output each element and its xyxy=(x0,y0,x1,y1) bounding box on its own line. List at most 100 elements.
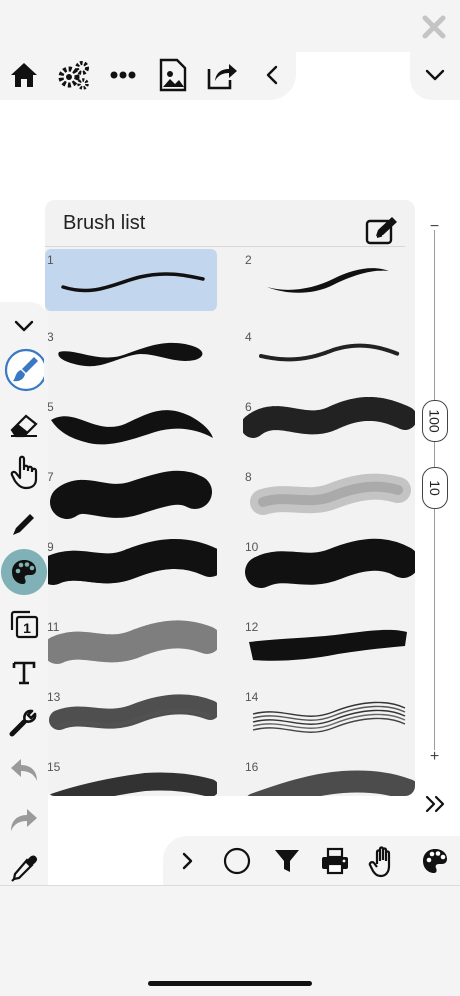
bottom-expand-button[interactable] xyxy=(170,844,204,878)
brush-item[interactable]: 13 xyxy=(45,686,217,748)
edit-icon xyxy=(365,217,397,245)
brush-item[interactable]: 14 xyxy=(243,686,415,748)
brush-item[interactable]: 2 xyxy=(243,249,415,311)
brush-item[interactable]: 9 xyxy=(45,536,217,598)
redo-icon xyxy=(11,809,37,831)
shape-tool-button[interactable] xyxy=(220,844,254,878)
brush-stroke-preview xyxy=(247,770,415,796)
brush-item[interactable]: 6 xyxy=(243,396,415,458)
layer-number: 1 xyxy=(23,620,31,636)
tools-button[interactable] xyxy=(4,702,44,742)
brush-item[interactable]: 1 xyxy=(45,249,217,311)
print-button[interactable] xyxy=(318,844,352,878)
wrench-icon xyxy=(9,709,37,737)
opacity-slider-handle[interactable]: 10 xyxy=(422,467,448,509)
size-value: 100 xyxy=(426,409,443,433)
text-icon xyxy=(12,661,36,685)
redo-button[interactable] xyxy=(4,800,44,840)
chevron-down-icon xyxy=(425,69,445,81)
more-icon xyxy=(110,71,136,79)
image-icon xyxy=(159,58,187,92)
more-button[interactable] xyxy=(106,58,140,92)
brush-stroke-preview xyxy=(259,343,400,362)
brush-list-panel: Brush list 1 2 3 4 5 6 7 8 9 10 11 12 13… xyxy=(45,200,415,796)
undo-button[interactable] xyxy=(4,750,44,790)
brush-stroke-preview xyxy=(252,701,406,733)
brush-stroke-preview xyxy=(267,268,389,293)
brush-tool-button[interactable] xyxy=(4,348,44,392)
palette-icon xyxy=(423,849,447,873)
brush-stroke-preview xyxy=(48,772,217,796)
brush-item[interactable]: 8 xyxy=(243,466,415,528)
home-icon xyxy=(11,63,37,87)
palette-icon xyxy=(12,560,36,584)
eyedropper-button[interactable] xyxy=(4,848,44,888)
opacity-value: 10 xyxy=(426,480,443,496)
undo-icon xyxy=(11,759,37,781)
bottom-toolbar xyxy=(163,836,460,886)
brush-stroke-preview xyxy=(249,629,407,661)
layer-icon: 1 xyxy=(10,610,39,639)
top-toolbar xyxy=(0,52,296,100)
chevron-left-icon xyxy=(266,65,278,85)
panel-divider xyxy=(45,246,405,247)
pencil-icon xyxy=(13,514,34,535)
brush-stroke-preview xyxy=(45,620,217,664)
brush-stroke-preview xyxy=(58,342,203,367)
brush-stroke-preview xyxy=(61,272,205,293)
circle-icon xyxy=(223,847,251,875)
brush-stroke-preview xyxy=(45,539,217,585)
home-button[interactable] xyxy=(7,58,41,92)
chevron-right-icon xyxy=(182,852,193,870)
settings-icon xyxy=(58,61,89,90)
brush-stroke-preview xyxy=(243,396,415,438)
panel-title: Brush list xyxy=(63,212,146,234)
brush-stroke-preview xyxy=(50,470,212,519)
color-palette-button[interactable] xyxy=(1,549,47,595)
brush-item[interactable]: 12 xyxy=(243,616,415,678)
expand-panel-button[interactable] xyxy=(424,794,448,819)
edit-brush-button[interactable] xyxy=(365,216,399,246)
text-tool-button[interactable] xyxy=(4,652,44,692)
top-strip xyxy=(0,0,460,52)
collapse-side-button[interactable] xyxy=(4,306,44,346)
collapse-toolbar-button[interactable] xyxy=(410,52,460,100)
pencil-tool-button[interactable] xyxy=(4,504,44,544)
hand-pointer-tool-button[interactable] xyxy=(4,452,44,492)
brush-item[interactable]: 7 xyxy=(45,466,217,528)
bottom-area xyxy=(0,885,460,996)
chevron-down-icon xyxy=(14,320,34,332)
close-button[interactable] xyxy=(421,14,447,40)
eraser-tool-button[interactable] xyxy=(4,404,44,444)
slider-minus: − xyxy=(429,218,440,235)
settings-button[interactable] xyxy=(56,58,90,92)
hand-pointer-icon xyxy=(10,455,38,490)
eraser-icon xyxy=(10,414,38,438)
hand-icon xyxy=(368,846,391,878)
close-icon xyxy=(422,15,446,39)
brush-icon xyxy=(4,348,44,392)
share-icon xyxy=(207,64,237,90)
filter-button[interactable] xyxy=(270,844,304,878)
brush-item[interactable]: 15 xyxy=(45,756,217,796)
bottom-palette-button[interactable] xyxy=(418,844,452,878)
home-indicator[interactable] xyxy=(148,981,312,986)
brush-stroke-preview xyxy=(51,410,213,445)
print-icon xyxy=(322,847,348,875)
brush-item[interactable]: 10 xyxy=(243,536,415,598)
back-button[interactable] xyxy=(255,58,289,92)
brush-item[interactable]: 5 xyxy=(45,396,217,458)
brush-item[interactable]: 4 xyxy=(243,326,415,388)
brush-item[interactable]: 11 xyxy=(45,616,217,678)
size-slider-handle[interactable]: 100 xyxy=(422,400,448,442)
image-button[interactable] xyxy=(156,58,190,92)
double-chevron-right-icon xyxy=(425,795,445,813)
brush-item[interactable]: 3 xyxy=(45,326,217,388)
slider-plus: + xyxy=(429,748,440,765)
hand-tool-button[interactable] xyxy=(367,844,401,878)
eyedropper-icon xyxy=(11,855,38,882)
brush-item[interactable]: 16 xyxy=(243,756,415,796)
brush-stroke-preview xyxy=(245,538,415,588)
share-button[interactable] xyxy=(205,58,239,92)
layer-button[interactable]: 1 xyxy=(4,604,44,644)
